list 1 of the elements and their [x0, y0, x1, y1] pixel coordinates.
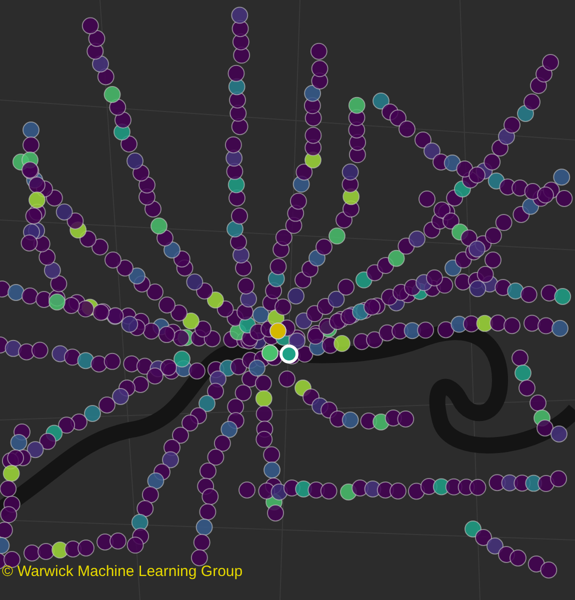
attribution-text: © Warwick Machine Learning Group [2, 563, 243, 580]
